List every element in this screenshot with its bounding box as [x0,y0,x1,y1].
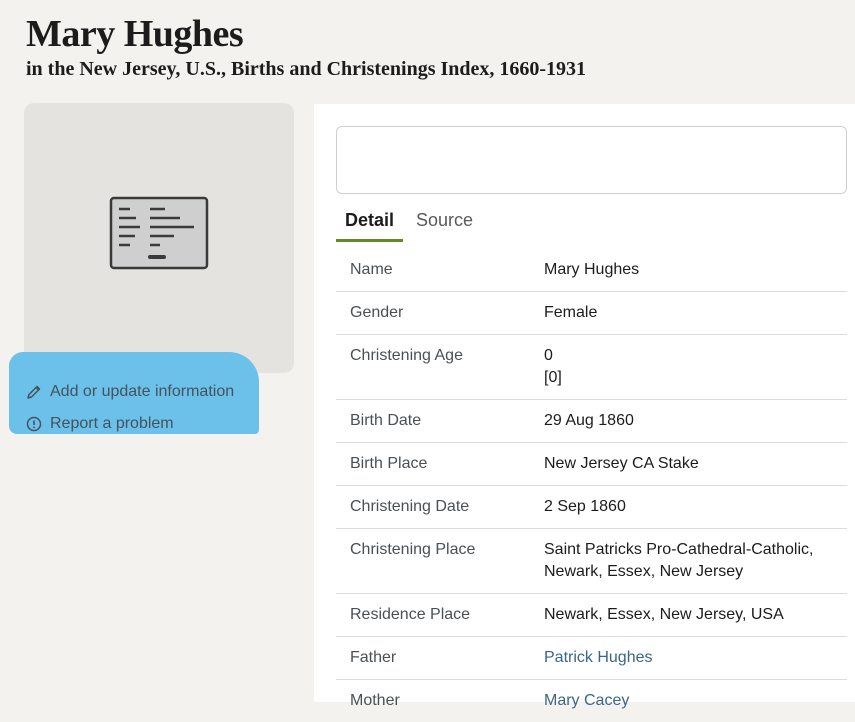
row-label: Birth Place [350,455,428,472]
table-row-gender: Gender Female [336,292,847,335]
report-problem-label: Report a problem [50,415,174,432]
row-value: Mary Hughes [544,261,640,278]
table-row-residence-place: Residence Place Newark, Essex, New Jerse… [336,594,847,637]
record-search-box[interactable] [336,126,847,194]
table-row-mother: Mother Mary Cacey [336,680,847,722]
table-row-birth-place: Birth Place New Jersey CA Stake [336,443,847,486]
row-label: Birth Date [350,412,422,429]
row-value: Saint Patricks Pro-Cathedral-Catholic, N… [544,539,847,583]
row-value: 0 [0] [544,345,847,389]
row-label: Christening Age [350,347,463,364]
table-row-christening-date: Christening Date 2 Sep 1860 [336,486,847,529]
add-update-information-link[interactable]: Add or update information [26,383,234,401]
record-image-placeholder[interactable] [24,103,294,373]
row-label: Residence Place [350,606,471,623]
page-title: Mary Hughes [26,13,244,55]
row-value-line: Saint Patricks Pro-Cathedral-Catholic, [544,541,814,558]
tab-detail[interactable]: Detail [336,208,404,242]
father-link[interactable]: Patrick Hughes [544,647,847,669]
record-detail-panel: Detail Source Name Mary Hughes Gender Fe… [314,104,855,709]
row-value: New Jersey CA Stake [544,455,699,472]
alert-circle-icon [26,416,42,432]
report-problem-link[interactable]: Report a problem [26,415,174,433]
row-value: Newark, Essex, New Jersey, USA [544,606,784,623]
row-label: Christening Place [350,541,476,558]
tab-source[interactable]: Source [407,208,482,242]
table-row-father: Father Patrick Hughes [336,637,847,680]
document-icon [109,196,209,270]
mother-link[interactable]: Mary Cacey [544,690,847,712]
row-label: Father [350,649,397,666]
table-row-christening-place: Christening Place Saint Patricks Pro-Cat… [336,529,847,594]
table-row-birth-date: Birth Date 29 Aug 1860 [336,400,847,443]
row-value-line: [0] [544,369,562,386]
row-label: Mother [350,692,400,709]
table-row-christening-age: Christening Age 0 [0] [336,335,847,400]
pencil-icon [26,384,42,400]
row-label: Name [350,261,393,278]
detail-tabs: Detail Source [336,208,486,242]
row-value-line: Newark, Essex, New Jersey [544,563,744,580]
detail-table: Name Mary Hughes Gender Female Christeni… [336,249,847,722]
row-label: Gender [350,304,404,321]
row-value: 29 Aug 1860 [544,412,634,429]
row-value: 2 Sep 1860 [544,498,626,515]
row-value: Female [544,304,598,321]
row-value-line: 0 [544,347,553,364]
table-row-name: Name Mary Hughes [336,249,847,292]
page-subtitle: in the New Jersey, U.S., Births and Chri… [26,58,587,80]
row-label: Christening Date [350,498,470,515]
add-update-label: Add or update information [50,383,235,400]
